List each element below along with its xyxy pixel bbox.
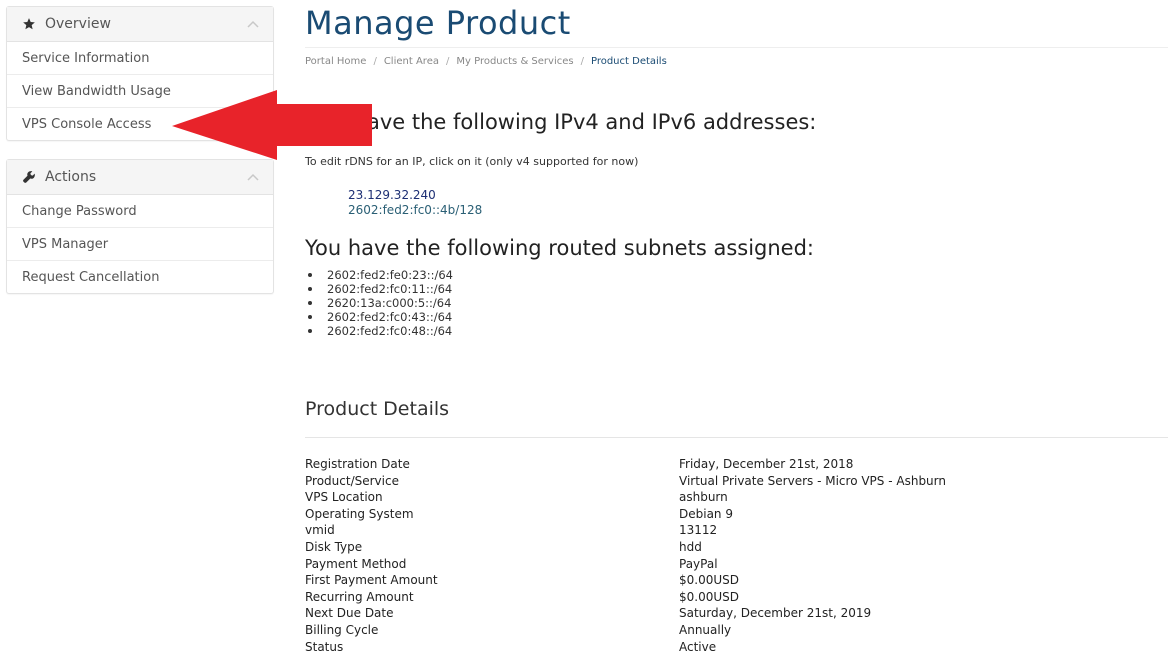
detail-label: Recurring Amount [305,589,414,604]
breadcrumb-product-details: Product Details [590,56,667,67]
detail-label: Payment Method [305,556,407,571]
addresses-heading: ave the following IPv4 and IPv6 addresse… [367,110,816,134]
list-item: 2602:fed2:fe0:23::/64 [305,268,453,282]
subnets-heading: You have the following routed subnets as… [305,236,814,260]
list-item: 2602:fed2:fc0:11::/64 [305,282,453,296]
sidebar-item-vps-manager[interactable]: VPS Manager [7,228,273,261]
ip-address-list: 23.129.32.240 2602:fed2:fc0::4b/128 [348,188,482,218]
table-row: vmid 13112 [305,522,946,539]
product-details-heading: Product Details [305,398,450,420]
list-item: 2602:fed2:fc0:43::/64 [305,310,453,324]
addresses-heading-text: ave the following IPv4 and IPv6 addresse… [367,110,817,134]
sidebar-item-label: Change Password [22,203,137,219]
chevron-up-icon[interactable] [247,18,259,31]
breadcrumb-portal-home[interactable]: Portal Home [305,56,366,67]
detail-label: First Payment Amount [305,573,438,588]
detail-label: vmid [305,523,335,538]
detail-value: Saturday, December 21st, 2019 [679,606,872,621]
detail-value: Annually [679,622,732,637]
detail-value: $0.00USD [679,573,739,588]
overview-panel: Overview Service Information View Bandwi… [6,6,274,141]
sidebar-item-view-bandwidth-usage[interactable]: View Bandwidth Usage [7,75,273,108]
breadcrumb-separator: / [580,56,584,67]
actions-title: Actions [45,169,97,185]
table-row: First Payment Amount $0.00USD [305,572,946,589]
actions-panel: Actions Change Password VPS Manager Requ… [6,159,274,294]
breadcrumb-separator: / [373,56,377,67]
breadcrumb-my-products-services[interactable]: My Products & Services [456,56,573,67]
overview-panel-header[interactable]: Overview [7,7,273,42]
detail-label: VPS Location [305,490,383,505]
details-divider [305,437,1168,438]
table-row: Operating System Debian 9 [305,506,946,523]
table-row: Registration Date Friday, December 21st, … [305,456,946,473]
wrench-icon [21,169,37,185]
breadcrumb-client-area[interactable]: Client Area [384,56,439,67]
table-row: Billing Cycle Annually [305,622,946,639]
subnet-list: 2602:fed2:fe0:23::/64 2602:fed2:fc0:11::… [305,268,453,338]
sidebar-item-label: VPS Console Access [22,116,152,132]
sidebar-item-vps-console-access[interactable]: VPS Console Access [7,108,273,140]
rdns-note: To edit rDNS for an IP, click on it (onl… [305,155,639,168]
sidebar-item-request-cancellation[interactable]: Request Cancellation [7,261,273,293]
breadcrumb-separator: / [445,56,450,67]
list-item: 2620:13a:c000:5::/64 [305,296,453,310]
sidebar-item-change-password[interactable]: Change Password [7,195,273,228]
detail-value: Friday, December 21st, 2018 [679,457,854,471]
detail-label: Product/Service [305,473,399,488]
table-row: Payment Method PayPal [305,556,946,573]
detail-value: Virtual Private Servers - Micro VPS - As… [679,473,946,488]
title-divider [305,47,1168,48]
sidebar-item-label: Request Cancellation [22,269,160,285]
table-row: VPS Location ashburn [305,489,946,506]
page-title: Manage Product [305,4,571,42]
sidebar-item-label: Service Information [22,50,150,66]
table-row: Disk Type hdd [305,539,946,556]
detail-label: Next Due Date [305,606,394,621]
sidebar-item-label: View Bandwidth Usage [22,83,171,99]
ipv6-address-link[interactable]: 2602:fed2:fc0::4b/128 [348,203,482,218]
detail-value: PayPal [679,556,718,571]
chevron-up-icon[interactable] [247,171,259,184]
detail-label: Registration Date [305,457,410,471]
star-icon [21,16,37,32]
detail-value: Debian 9 [679,506,733,521]
actions-panel-header[interactable]: Actions [7,160,273,195]
detail-value: 13112 [679,523,718,538]
table-row: Recurring Amount $0.00USD [305,589,946,606]
ipv4-address-link[interactable]: 23.129.32.240 [348,188,482,203]
sidebar-item-service-information[interactable]: Service Information [7,42,273,75]
table-row: Next Due Date Saturday, December 21st, 20… [305,605,946,622]
overview-title: Overview [45,16,111,32]
detail-label: Status [305,639,344,654]
table-row: Status Active [305,639,946,655]
detail-label: Operating System [305,506,414,521]
detail-value: Active [679,639,717,654]
list-item: 2602:fed2:fc0:48::/64 [305,324,453,338]
product-details-table: Registration Date Friday, December 21st, … [305,456,946,655]
detail-value: hdd [679,539,702,554]
table-row: Product/Service Virtual Private Servers -… [305,473,946,490]
detail-label: Disk Type [305,539,363,554]
breadcrumb: Portal Home / Client Area / My Products … [305,56,667,67]
detail-value: $0.00USD [679,589,739,604]
detail-label: Billing Cycle [305,622,379,637]
sidebar-item-label: VPS Manager [22,236,109,252]
detail-value: ashburn [679,490,728,505]
